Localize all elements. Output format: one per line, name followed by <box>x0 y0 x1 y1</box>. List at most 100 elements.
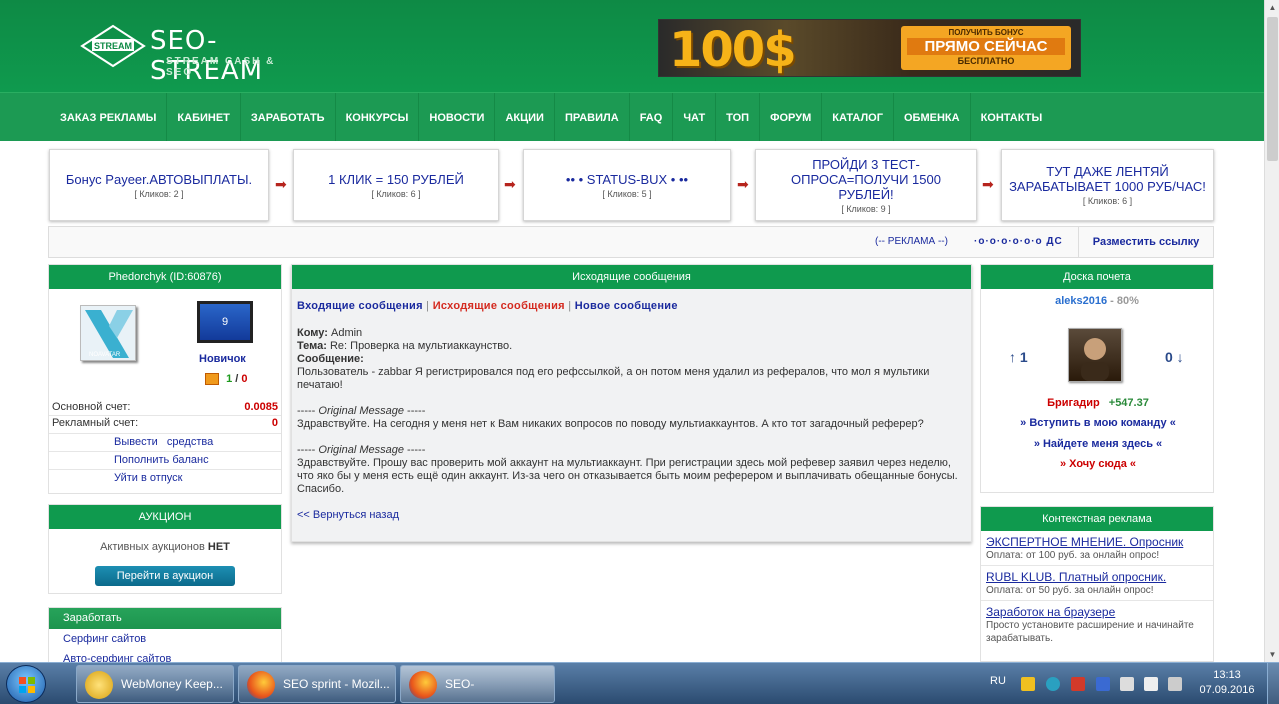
nav-contacts[interactable]: КОНТАКТЫ <box>971 93 1053 141</box>
message-body: Пользователь - zabbar Я регистрировался … <box>297 366 930 391</box>
nav-chat[interactable]: ЧАТ <box>673 93 717 141</box>
auction-status-value: НЕТ <box>207 541 230 553</box>
honor-user: aleks2016 - 80% <box>981 295 1213 307</box>
level-monitor-icon: 9 <box>197 301 253 343</box>
avatar[interactable]: NOAVATAR <box>80 305 136 361</box>
task-label: SEO-STREAM.CO... <box>445 677 475 691</box>
page-scrollbar[interactable]: ▲ ▼ <box>1264 0 1279 662</box>
user-rank[interactable]: Новичок <box>199 353 246 365</box>
nav-faq[interactable]: FAQ <box>630 93 674 141</box>
context-ad[interactable]: Заработок на браузере Просто установите … <box>981 601 1213 648</box>
noavatar-icon: NOAVATAR <box>85 310 133 358</box>
nav-news[interactable]: НОВОСТИ <box>419 93 496 141</box>
messages-panel: Исходящие сообщения Входящие сообщения |… <box>291 264 972 542</box>
shield-tray-icon[interactable] <box>1096 677 1110 691</box>
honor-username[interactable]: aleks2016 <box>1055 295 1107 307</box>
bonus-banner[interactable]: 100$ ПОЛУЧИТЬ БОНУС ПРЯМО СЕЙЧАС БЕСПЛАТ… <box>658 19 1081 77</box>
withdraw-link[interactable]: Вывести средства <box>114 436 213 448</box>
scroll-thumb[interactable] <box>1267 17 1278 161</box>
start-button[interactable] <box>6 665 46 703</box>
nav-exchange[interactable]: ОБМЕНКА <box>894 93 971 141</box>
webmoney-tray-icon[interactable] <box>1021 677 1035 691</box>
language-indicator[interactable]: RU <box>990 675 1006 687</box>
place-link-button[interactable]: Разместить ссылку <box>1078 227 1213 257</box>
main-account-value: 0.0085 <box>244 401 278 413</box>
logo-diamond-icon: STREAM <box>80 24 146 68</box>
nav-top[interactable]: ТОП <box>716 93 761 141</box>
scroll-up-icon[interactable]: ▲ <box>1265 0 1279 15</box>
taskbar-firefox-seostream[interactable]: SEO-STREAM.CO... <box>400 665 555 703</box>
honor-board-title: Доска почета <box>981 265 1213 289</box>
volume-icon[interactable] <box>1168 677 1182 691</box>
ad-text: ПРОЙДИ 3 ТЕСТ-ОПРОСА=ПОЛУЧИ 1500 РУБЛЕЙ! <box>791 156 941 202</box>
arrow-right-icon: ➡ <box>737 176 749 192</box>
site-logo[interactable]: STREAM SEO-STREAM STREAM CASH & SEO <box>80 24 300 86</box>
ticker-link[interactable]: ·o·o·o·o·o·o ДС <box>974 236 1063 247</box>
want-here-link[interactable]: » Хочу сюда « <box>981 458 1215 470</box>
flag-tray-icon[interactable] <box>1144 677 1158 691</box>
scroll-down-icon[interactable]: ▼ <box>1265 647 1279 662</box>
context-ad-title[interactable]: ЭКСПЕРТНОЕ МНЕНИЕ. Опросник <box>986 535 1208 549</box>
nav-catalog[interactable]: КАТАЛОГ <box>822 93 894 141</box>
honor-rank-name: Бригадир <box>1047 397 1100 409</box>
divider <box>49 415 281 416</box>
clock-date: 07.09.2016 <box>1199 684 1255 696</box>
site-header: STREAM SEO-STREAM STREAM CASH & SEO 100$… <box>0 0 1264 92</box>
antivirus-tray-icon[interactable] <box>1071 677 1085 691</box>
show-desktop-button[interactable] <box>1267 663 1279 704</box>
message-tabs: Входящие сообщения | Исходящие сообщения… <box>297 300 966 312</box>
logo-badge-text: STREAM <box>94 41 132 51</box>
message-meta: Кому: Admin Тема: Re: Проверка на мульти… <box>297 327 966 392</box>
back-link[interactable]: << Вернуться назад <box>297 509 966 521</box>
ad-account-value: 0 <box>271 417 278 429</box>
ad-box[interactable]: ТУТ ДАЖЕ ЛЕНТЯЙ ЗАРАБАТЫВАЕТ 1000 РУБ/ЧА… <box>1001 149 1214 221</box>
nav-earn[interactable]: ЗАРАБОТАТЬ <box>241 93 336 141</box>
banner-cta: ПОЛУЧИТЬ БОНУС ПРЯМО СЕЙЧАС БЕСПЛАТНО <box>901 26 1071 70</box>
tab-new-message[interactable]: Новое сообщение <box>575 300 678 312</box>
subject-value: Re: Проверка на мультиаккаунство. <box>329 340 513 352</box>
context-ad[interactable]: RUBL KLUB. Платный опросник. Оплата: от … <box>981 566 1213 601</box>
nav-rules[interactable]: ПРАВИЛА <box>555 93 630 141</box>
top-up-link[interactable]: Пополнить баланс <box>114 454 209 466</box>
orig-dash: ----- <box>407 444 426 456</box>
taskbar-firefox-seosprint[interactable]: SEO sprint - Mozil... <box>238 665 396 703</box>
go-to-auction-button[interactable]: Перейти в аукцион <box>95 566 235 586</box>
nav-contests[interactable]: КОНКУРСЫ <box>336 93 420 141</box>
join-team-link[interactable]: » Вступить в мою команду « <box>981 417 1215 429</box>
user-panel: Phedorchyk (ID:60876) NOAVATAR 9 Новичок… <box>48 264 282 494</box>
context-ad-title[interactable]: RUBL KLUB. Платный опросник. <box>986 570 1208 584</box>
honor-avatar[interactable] <box>1068 328 1122 382</box>
earn-title: Заработать <box>49 608 281 629</box>
banner-line2: ПРЯМО СЕЙЧАС <box>907 38 1065 55</box>
ad-box[interactable]: 1 КЛИК = 150 РУБЛЕЙ [ Кликов: 6 ] <box>293 149 499 221</box>
nav-forum[interactable]: ФОРУМ <box>760 93 823 141</box>
network-tray-icon[interactable] <box>1046 677 1060 691</box>
device-tray-icon[interactable] <box>1120 677 1134 691</box>
earn-surfing-link[interactable]: Серфинг сайтов <box>49 629 281 649</box>
nav-promos[interactable]: АКЦИИ <box>495 93 555 141</box>
find-me-link[interactable]: » Найдете меня здесь « <box>981 438 1215 450</box>
system-clock[interactable]: 13:13 07.09.2016 <box>1195 668 1259 698</box>
main-account-label: Основной счет: <box>52 401 131 413</box>
arrow-right-icon: ➡ <box>504 176 516 192</box>
ad-account-label: Рекламный счет: <box>52 417 139 429</box>
tab-inbox[interactable]: Входящие сообщения <box>297 300 423 312</box>
tab-outbox[interactable]: Исходящие сообщения <box>433 300 565 312</box>
firefox-icon <box>247 671 275 699</box>
tab-separator: | <box>426 300 430 312</box>
context-ad-title[interactable]: Заработок на браузере <box>986 605 1208 619</box>
windows-taskbar: WebMoney Keep... SEO sprint - Mozil... S… <box>0 662 1279 704</box>
ad-box[interactable]: ПРОЙДИ 3 ТЕСТ-ОПРОСА=ПОЛУЧИ 1500 РУБЛЕЙ!… <box>755 149 977 221</box>
ad-box[interactable]: •• • STATUS-BUX • •• [ Кликов: 5 ] <box>523 149 731 221</box>
nav-order-ads[interactable]: ЗАКАЗ РЕКЛАМЫ <box>50 93 168 141</box>
tab-separator: | <box>568 300 572 312</box>
divider <box>49 451 281 452</box>
nav-cabinet[interactable]: КАБИНЕТ <box>167 93 241 141</box>
ad-text: ТУТ ДАЖЕ ЛЕНТЯЙ ЗАРАБАТЫВАЕТ 1000 РУБ/ЧА… <box>1009 164 1206 194</box>
original-body: Здравствуйте. На сегодня у меня нет к Ва… <box>297 418 924 430</box>
vacation-link[interactable]: Уйти в отпуск <box>114 472 182 484</box>
ad-box[interactable]: Бонус Payeer.АВТОВЫПЛАТЫ. [ Кликов: 2 ] <box>49 149 269 221</box>
context-ad[interactable]: ЭКСПЕРТНОЕ МНЕНИЕ. Опросник Оплата: от 1… <box>981 531 1213 566</box>
taskbar-webmoney[interactable]: WebMoney Keep... <box>76 665 234 703</box>
ad-clicks: [ Кликов: 5 ] <box>602 188 652 199</box>
